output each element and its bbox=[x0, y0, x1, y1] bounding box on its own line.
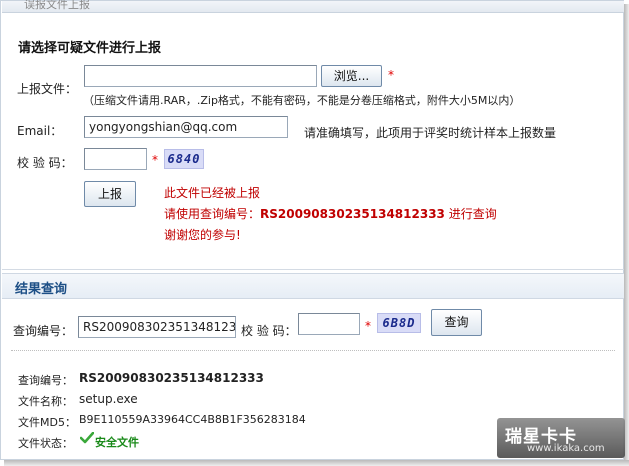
result-heading: 结果查询 bbox=[15, 282, 68, 297]
result-header: 结果查询 bbox=[2, 273, 624, 299]
panel-shadow-right bbox=[624, 4, 629, 464]
query-captcha-image: 6B8D bbox=[377, 313, 421, 333]
info-name-key: 文件名称： bbox=[18, 395, 73, 408]
report-panel: 误报文件上报 请选择可疑文件进行上报 上报文件： 浏览... * （压缩文件请用… bbox=[0, 0, 624, 460]
result-divider bbox=[11, 350, 615, 351]
file-label: 上报文件： bbox=[17, 82, 78, 96]
info-name-value: setup.exe bbox=[79, 392, 138, 406]
captcha-image: 6840 bbox=[164, 149, 204, 169]
query-button[interactable]: 查询 bbox=[431, 309, 482, 336]
submit-report-button[interactable]: 上报 bbox=[84, 181, 136, 207]
panel-shadow-bottom bbox=[4, 460, 629, 466]
query-captcha-input[interactable] bbox=[298, 313, 360, 335]
info-id-value: RS20090830235134812333 bbox=[79, 371, 264, 385]
email-label: Email： bbox=[17, 124, 63, 138]
query-id-code: RS20090830235134812333 bbox=[260, 207, 445, 221]
browse-button[interactable]: 浏览... bbox=[321, 65, 382, 87]
panel-title: 误报文件上报 bbox=[24, 0, 90, 11]
info-status-key: 文件状态： bbox=[18, 437, 73, 450]
query-id-input[interactable]: RS20090830235134812333 bbox=[78, 316, 236, 338]
captcha-input[interactable] bbox=[84, 148, 147, 170]
query-id-suffix: 进行查询 bbox=[444, 207, 497, 221]
query-captcha-required-mark: * bbox=[365, 319, 371, 333]
site-watermark: 瑞星卡卡 www.ikaka.com bbox=[497, 418, 625, 458]
info-md5-key: 文件MD5： bbox=[18, 416, 76, 429]
safe-check-icon bbox=[80, 432, 94, 444]
query-captcha-label: 校 验 码： bbox=[241, 324, 297, 338]
panel-header: 误报文件上报 bbox=[2, 0, 624, 13]
email-input[interactable]: yongyongshian@qq.com bbox=[84, 116, 288, 138]
captcha-label: 校 验 码： bbox=[17, 156, 73, 170]
captcha-required-mark: * bbox=[152, 153, 158, 167]
email-hint: 请准确填写，此项用于评奖时统计样本上报数量 bbox=[304, 126, 557, 140]
file-required-mark: * bbox=[388, 68, 394, 82]
info-md5-value: B9E110559A33964CC4B8B1F356283184 bbox=[79, 413, 306, 426]
thanks-message: 谢谢您的参与! bbox=[164, 228, 241, 242]
watermark-url: www.ikaka.com bbox=[527, 443, 605, 454]
file-hint: （压缩文件请用.RAR，.Zip格式，不能有密码，不能是分卷压缩格式，附件大小5… bbox=[83, 94, 521, 107]
file-path-input[interactable] bbox=[84, 65, 317, 87]
query-id-message: 请使用查询编号：RS20090830235134812333 进行查询 bbox=[164, 205, 497, 222]
section-divider bbox=[2, 269, 624, 270]
query-id-label: 查询编号： bbox=[13, 324, 74, 338]
info-status-value: 安全文件 bbox=[95, 436, 139, 449]
info-id-key: 查询编号： bbox=[18, 374, 73, 387]
report-heading: 请选择可疑文件进行上报 bbox=[18, 41, 162, 56]
query-id-prefix: 请使用查询编号： bbox=[164, 207, 261, 221]
already-reported-message: 此文件已经被上报 bbox=[164, 186, 261, 200]
